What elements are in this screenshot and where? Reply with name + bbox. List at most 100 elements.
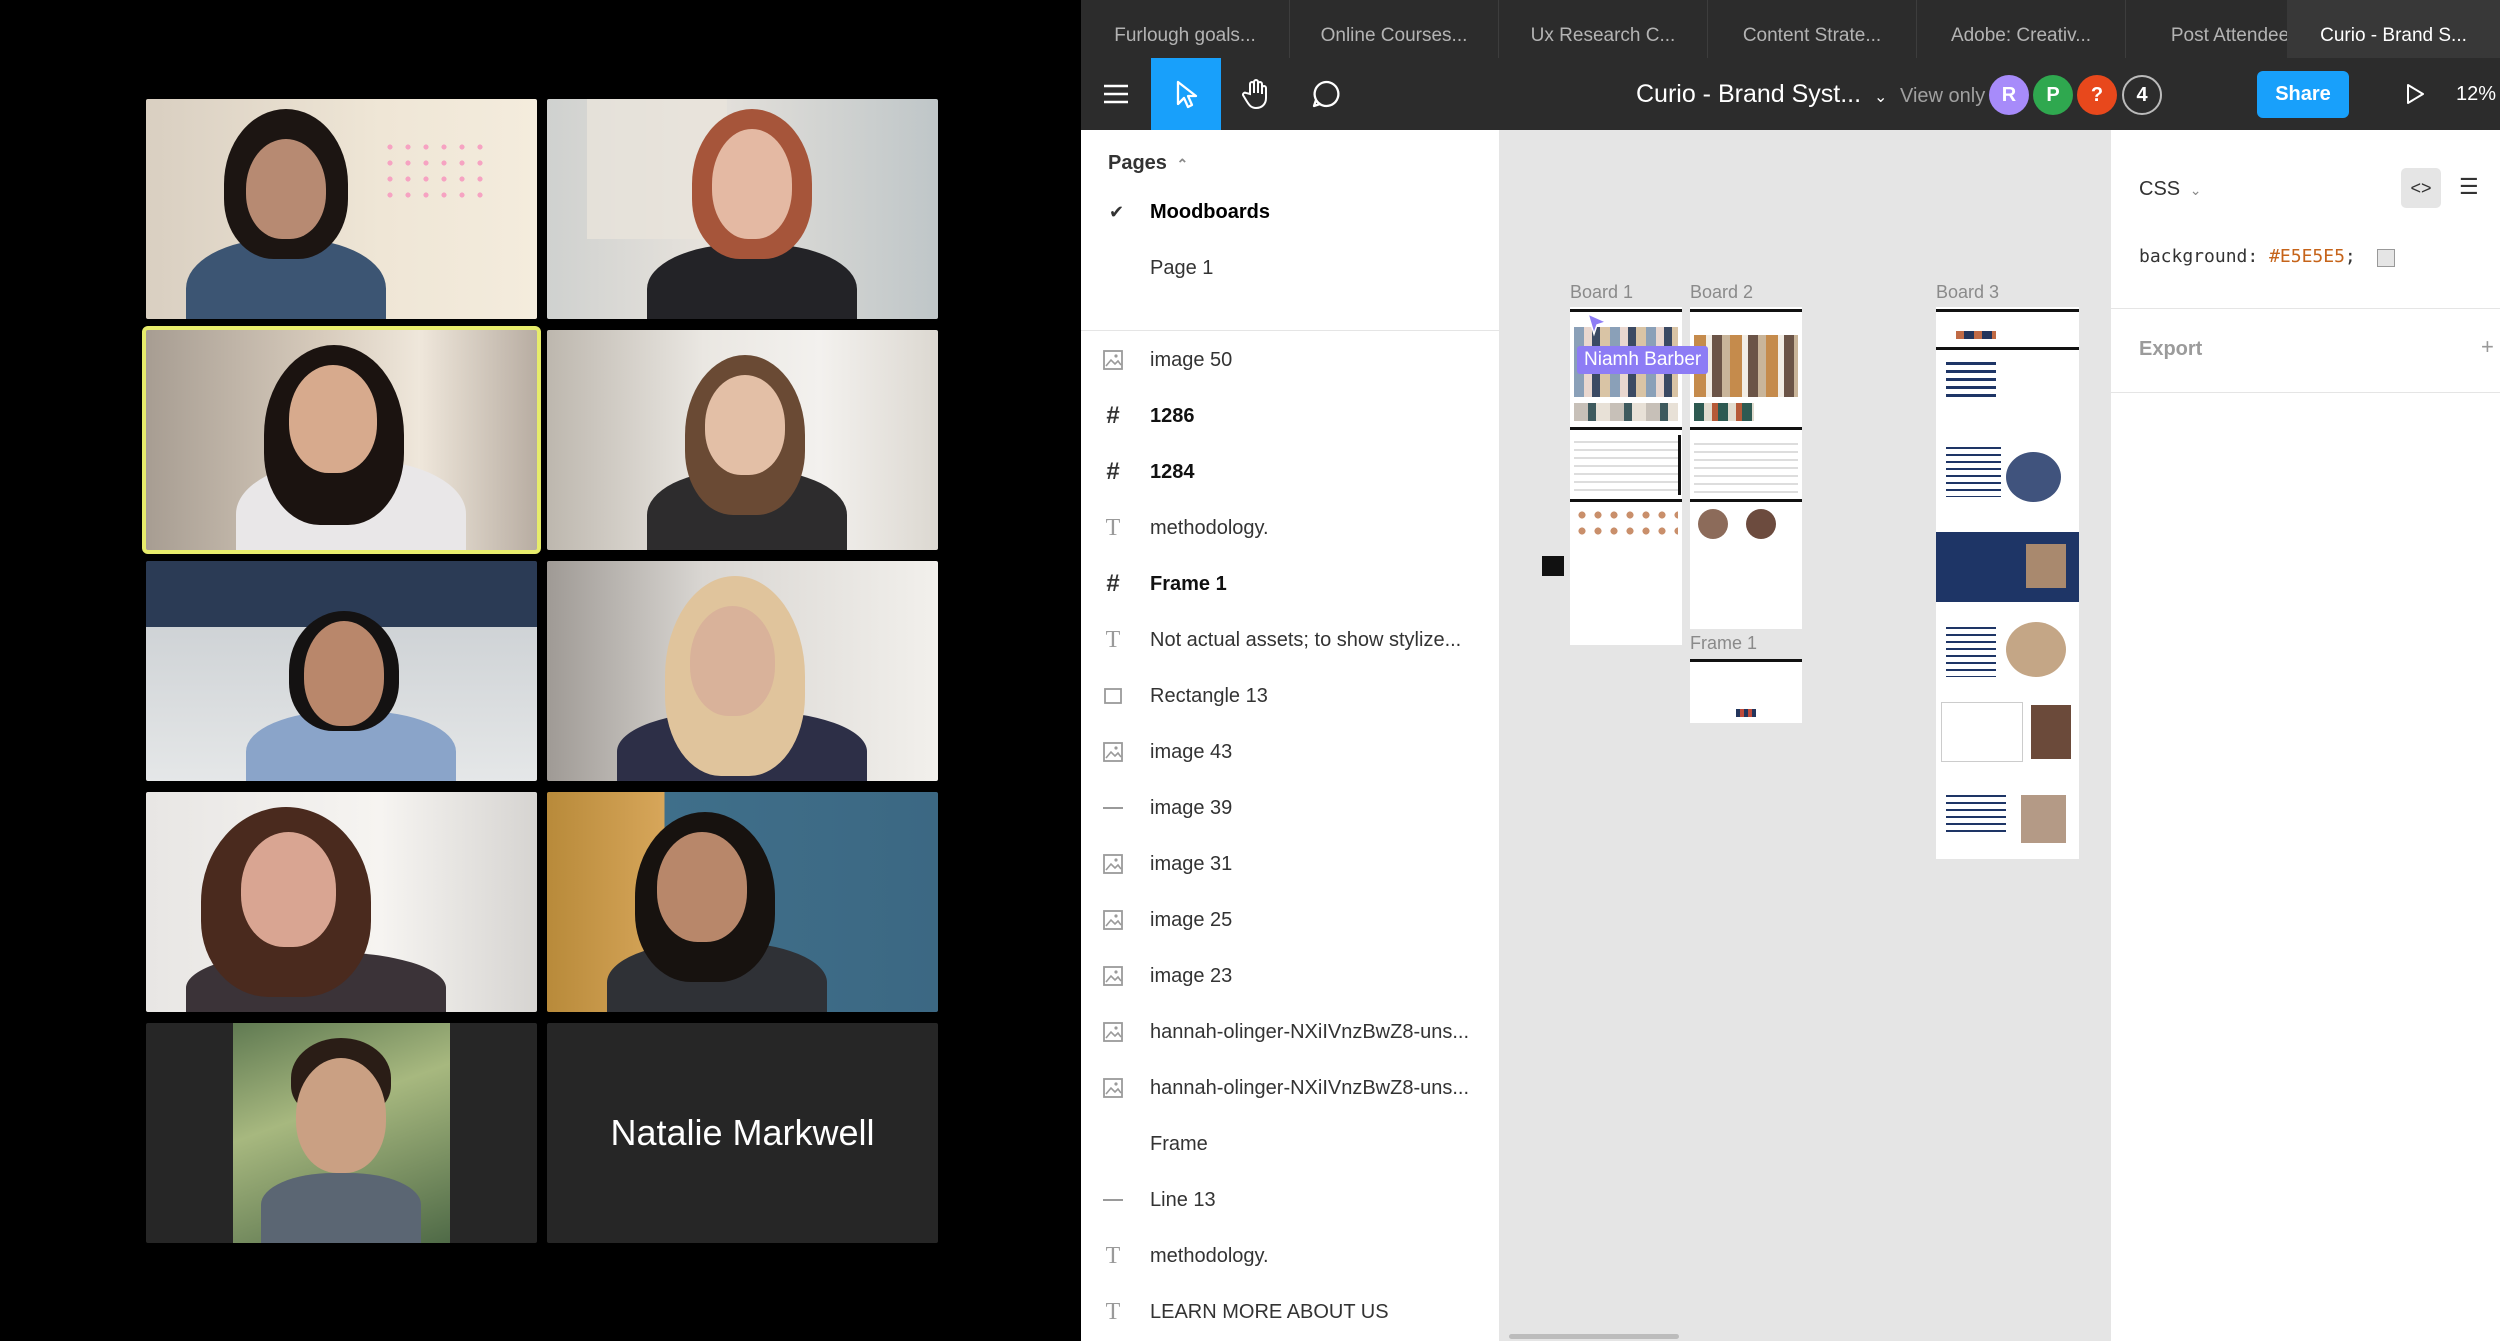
css-code-line: background: #E5E5E5; [2139, 246, 2356, 267]
present-button[interactable] [2385, 58, 2445, 130]
avatar-count[interactable]: 4 [2122, 75, 2162, 115]
check-icon: ✔ [1109, 202, 1125, 222]
participant-video-p5[interactable] [146, 561, 537, 781]
layer-name: image 39 [1150, 797, 1233, 819]
collaborator-cursor-label: Niamh Barber [1577, 346, 1709, 374]
text-icon: T [1105, 1243, 1121, 1269]
layer-name: Frame [1150, 1133, 1208, 1155]
participant-name: Natalie Markwell [547, 1023, 938, 1243]
participant-tile-p10[interactable]: Natalie Markwell [547, 1023, 938, 1243]
language-select[interactable]: CSS ⌄ [2139, 178, 2201, 201]
layer-row[interactable]: T LEARN MORE ABOUT US [1081, 1284, 1499, 1340]
layer-row[interactable]: #1286 [1081, 388, 1499, 444]
layers-panel: Pages ⌃ ✔ Moodboards Page 1 image 50 #128… [1081, 130, 1499, 1341]
avatar-r[interactable]: R [1989, 75, 2029, 115]
avatar-p[interactable]: P [2033, 75, 2073, 115]
horizontal-scrollbar[interactable] [1509, 1334, 1679, 1339]
layer-row[interactable]: image 43 [1081, 724, 1499, 780]
floating-note[interactable] [1542, 556, 1564, 576]
layer-name: image 25 [1150, 909, 1233, 931]
layer-name: methodology. [1150, 517, 1269, 539]
layer-name: image 50 [1150, 349, 1233, 371]
none-icon [1099, 1130, 1127, 1158]
layer-row[interactable]: hannah-olinger-NXiIVnzBwZ8-uns... [1081, 1060, 1499, 1116]
layer-row[interactable]: hannah-olinger-NXiIVnzBwZ8-uns... [1081, 1004, 1499, 1060]
board-3[interactable] [1936, 307, 2079, 859]
layer-name: hannah-olinger-NXiIVnzBwZ8-uns... [1150, 1077, 1470, 1099]
frame-1-label[interactable]: Frame 1 [1690, 633, 1757, 654]
layer-row[interactable]: #1284 [1081, 444, 1499, 500]
frame-hash-icon: # [1106, 402, 1120, 429]
layer-row[interactable]: Line 13 [1081, 1172, 1499, 1228]
avatar-unknown[interactable]: ? [2077, 75, 2117, 115]
file-title[interactable]: Curio - Brand Syst... ⌄ [1636, 58, 1887, 130]
add-export-icon[interactable]: + [2481, 334, 2494, 360]
participant-video-p3-speaking[interactable] [142, 326, 541, 554]
rectangle-icon [1099, 682, 1127, 710]
tab-curio-brand[interactable]: Curio - Brand S... [2287, 0, 2500, 58]
text-icon: T [1105, 1299, 1121, 1325]
page-1[interactable]: Page 1 [1081, 240, 1499, 296]
list-view-icon[interactable]: ☰ [2459, 174, 2479, 200]
image-icon [1099, 962, 1127, 990]
participant-video-p9[interactable] [146, 1023, 537, 1243]
zoom-level[interactable]: 12% [2456, 58, 2496, 130]
board-3-label[interactable]: Board 3 [1936, 282, 1999, 303]
layer-name: hannah-olinger-NXiIVnzBwZ8-uns... [1150, 1021, 1470, 1043]
chevron-down-icon: ⌄ [2189, 182, 2202, 198]
hamburger-icon [1104, 84, 1128, 104]
layer-name: 1286 [1150, 405, 1195, 427]
layer-row[interactable]: image 50 [1081, 332, 1499, 388]
css-value: #E5E5E5 [2269, 246, 2345, 267]
tab-furlough-goals[interactable]: Furlough goals... [1081, 0, 1290, 58]
layer-name: Line 13 [1150, 1189, 1216, 1211]
layer-row[interactable]: image 23 [1081, 948, 1499, 1004]
image-icon [1099, 850, 1127, 878]
main-menu-button[interactable] [1081, 58, 1151, 130]
participant-video-p8[interactable] [547, 792, 938, 1012]
board-1-label[interactable]: Board 1 [1570, 282, 1633, 303]
image-icon [1099, 1018, 1127, 1046]
export-section-header[interactable]: Export [2139, 338, 2202, 361]
layer-name: image 23 [1150, 965, 1233, 987]
collaborator-cursor-icon [1586, 312, 1609, 337]
page-moodboards[interactable]: ✔ Moodboards [1081, 184, 1499, 240]
layer-row[interactable]: Tmethodology. [1081, 1228, 1499, 1284]
participant-video-p7[interactable] [146, 792, 537, 1012]
layer-row[interactable]: image 31 [1081, 836, 1499, 892]
tab-content-strategy[interactable]: Content Strate... [1708, 0, 1917, 58]
participant-video-p4[interactable] [547, 330, 938, 550]
participant-video-p1[interactable] [146, 99, 537, 319]
layer-name: LEARN MORE ABOUT US [1150, 1301, 1389, 1323]
text-icon: T [1105, 515, 1121, 541]
participant-video-p2[interactable] [547, 99, 938, 319]
move-tool-button[interactable] [1151, 58, 1221, 130]
layer-name: 1284 [1150, 461, 1195, 483]
layer-row[interactable]: image 39 [1081, 780, 1499, 836]
layer-row[interactable]: image 25 [1081, 892, 1499, 948]
board-2-label[interactable]: Board 2 [1690, 282, 1753, 303]
layer-row[interactable]: T Not actual assets; to show stylize... [1081, 612, 1499, 668]
hand-tool-button[interactable] [1221, 58, 1291, 130]
layer-row[interactable]: Rectangle 13 [1081, 668, 1499, 724]
frame-hash-icon: # [1106, 458, 1120, 485]
layer-row[interactable]: Tmethodology. [1081, 500, 1499, 556]
participant-video-p6[interactable] [547, 561, 938, 781]
tab-ux-research[interactable]: Ux Research C... [1499, 0, 1708, 58]
layer-row[interactable]: # Frame 1 [1081, 556, 1499, 612]
layer-name: methodology. [1150, 1245, 1269, 1267]
color-swatch [2377, 249, 2395, 267]
layer-row[interactable]: Frame [1081, 1116, 1499, 1172]
frame-1[interactable] [1690, 659, 1802, 723]
comment-tool-button[interactable] [1291, 58, 1361, 130]
design-canvas[interactable]: Board 1 Board 2 Board 3 Frame 1 Niamh Ba… [1499, 130, 2110, 1341]
line-icon [1099, 1186, 1127, 1214]
tab-adobe-creative[interactable]: Adobe: Creativ... [1917, 0, 2126, 58]
chevron-up-icon: ⌃ [1176, 156, 1189, 172]
code-view-toggle[interactable]: <> [2401, 168, 2441, 208]
pages-header[interactable]: Pages ⌃ [1108, 152, 1188, 175]
chevron-down-icon: ⌄ [1874, 89, 1888, 106]
tab-online-courses[interactable]: Online Courses... [1290, 0, 1499, 58]
share-button[interactable]: Share [2257, 71, 2349, 118]
divider [1081, 330, 1499, 331]
